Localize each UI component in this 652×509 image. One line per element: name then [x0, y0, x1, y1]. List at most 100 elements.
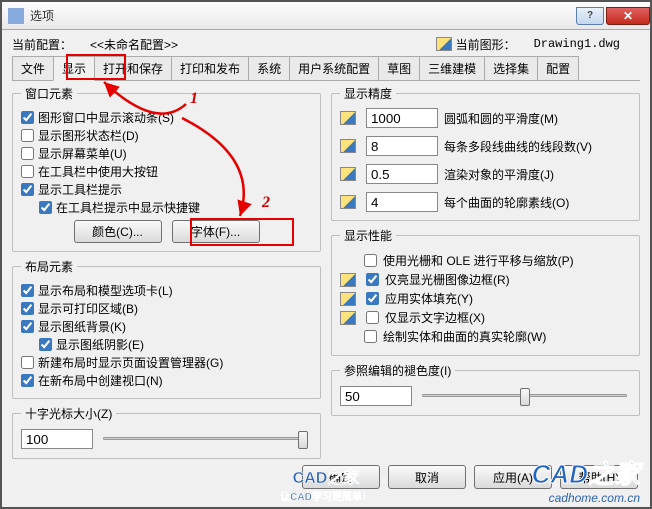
layout-element-item-2: 显示图纸背景(K) [21, 318, 312, 335]
precision-icon-3 [340, 195, 356, 209]
drawing-icon [436, 37, 452, 51]
tab-file[interactable]: 文件 [12, 56, 54, 80]
window-element-checkbox-4[interactable] [21, 183, 34, 196]
crosshair-legend: 十字光标大小(Z) [21, 405, 116, 422]
refedit-input[interactable] [340, 386, 412, 406]
perf-checkbox-3[interactable] [366, 311, 379, 324]
perf-icon-3 [340, 311, 356, 325]
perf-checkbox-0[interactable] [364, 254, 377, 267]
layout-element-label-0: 显示布局和模型选项卡(L) [38, 282, 173, 299]
window-element-label-0: 图形窗口中显示滚动条(S) [38, 109, 174, 126]
layout-elements-legend: 布局元素 [21, 258, 77, 275]
perf-row-4: 绘制实体和曲面的真实轮廓(W) [340, 328, 631, 345]
ok-button[interactable]: 确定 [302, 465, 380, 489]
perf-label-4: 绘制实体和曲面的真实轮廓(W) [383, 328, 546, 345]
perf-row-1: 仅亮显光栅图像边框(R) [340, 271, 631, 288]
window-element-label-4: 显示工具栏提示 [38, 181, 122, 198]
precision-label-0: 圆弧和圆的平滑度(M) [444, 110, 631, 127]
tab-system[interactable]: 系统 [248, 56, 290, 80]
crosshair-group: 十字光标大小(Z) [12, 405, 321, 459]
layout-element-label-4: 新建布局时显示页面设置管理器(G) [38, 354, 223, 371]
layout-element-label-1: 显示可打印区域(B) [38, 300, 138, 317]
layout-element-label-5: 在新布局中创建视口(N) [38, 372, 163, 389]
perf-label-0: 使用光栅和 OLE 进行平移与缩放(P) [383, 252, 574, 269]
layout-element-item-1: 显示可打印区域(B) [21, 300, 312, 317]
window-element-checkbox-1[interactable] [21, 129, 34, 142]
layout-element-checkbox-2[interactable] [21, 320, 34, 333]
precision-icon-0 [340, 111, 356, 125]
perf-label-1: 仅亮显光栅图像边框(R) [385, 271, 510, 288]
precision-icon-2 [340, 167, 356, 181]
help-button-bottom[interactable]: 帮助(H) [560, 465, 638, 489]
window-title: 选项 [30, 7, 574, 24]
current-drawing-value: Drawing1.dwg [534, 37, 620, 51]
refedit-legend: 参照编辑的褪色度(I) [340, 362, 455, 379]
window-element-label-2: 显示屏幕菜单(U) [38, 145, 127, 162]
precision-input-0[interactable] [366, 108, 438, 128]
window-element-item-4: 显示工具栏提示 [21, 181, 312, 198]
window-element-checkbox-2[interactable] [21, 147, 34, 160]
font-button[interactable]: 字体(F)... [172, 220, 260, 243]
color-button[interactable]: 颜色(C)... [74, 220, 162, 243]
tab-userpref[interactable]: 用户系统配置 [289, 56, 379, 80]
tab-profiles[interactable]: 配置 [537, 56, 579, 80]
tab-display[interactable]: 显示 [53, 56, 95, 81]
precision-row-3: 每个曲面的轮廓素线(O) [340, 192, 631, 212]
window-element-item-1: 显示图形状态栏(D) [21, 127, 312, 144]
tab-plot[interactable]: 打印和发布 [171, 56, 249, 80]
precision-label-3: 每个曲面的轮廓素线(O) [444, 194, 631, 211]
layout-element-checkbox-5[interactable] [21, 374, 34, 387]
window-element-label-5: 在工具栏提示中显示快捷键 [56, 199, 200, 216]
titlebar: 选项 ? ✕ [2, 2, 650, 30]
layout-elements-group: 布局元素 显示布局和模型选项卡(L)显示可打印区域(B)显示图纸背景(K)显示图… [12, 258, 321, 399]
current-profile-value: <<未命名配置>> [90, 36, 178, 53]
perf-row-2: 应用实体填充(Y) [340, 290, 631, 307]
tab-opensave[interactable]: 打开和保存 [94, 56, 172, 80]
precision-row-0: 圆弧和圆的平滑度(M) [340, 108, 631, 128]
window-element-label-3: 在工具栏中使用大按钮 [38, 163, 158, 180]
tab-3d[interactable]: 三维建模 [419, 56, 485, 80]
tab-draft[interactable]: 草图 [378, 56, 420, 80]
window-element-checkbox-5[interactable] [39, 201, 52, 214]
layout-element-label-3: 显示图纸阴影(E) [56, 336, 144, 353]
help-button[interactable]: ? [576, 7, 604, 25]
perf-checkbox-4[interactable] [364, 330, 377, 343]
apply-button[interactable]: 应用(A) [474, 465, 552, 489]
current-drawing-label: 当前图形： [456, 36, 516, 53]
cancel-button[interactable]: 取消 [388, 465, 466, 489]
perf-checkbox-1[interactable] [366, 273, 379, 286]
layout-element-checkbox-0[interactable] [21, 284, 34, 297]
display-precision-group: 显示精度 圆弧和圆的平滑度(M)每条多段线曲线的线段数(V)渲染对象的平滑度(J… [331, 85, 640, 221]
layout-element-checkbox-3[interactable] [39, 338, 52, 351]
close-button[interactable]: ✕ [606, 7, 650, 25]
perf-checkbox-2[interactable] [366, 292, 379, 305]
layout-element-item-0: 显示布局和模型选项卡(L) [21, 282, 312, 299]
precision-label-1: 每条多段线曲线的线段数(V) [444, 138, 631, 155]
app-icon [8, 8, 24, 24]
crosshair-input[interactable] [21, 429, 93, 449]
display-performance-legend: 显示性能 [340, 227, 396, 244]
layout-element-checkbox-4[interactable] [21, 356, 34, 369]
perf-label-3: 仅显示文字边框(X) [385, 309, 485, 326]
layout-element-label-2: 显示图纸背景(K) [38, 318, 126, 335]
precision-input-3[interactable] [366, 192, 438, 212]
layout-element-checkbox-1[interactable] [21, 302, 34, 315]
precision-input-1[interactable] [366, 136, 438, 156]
precision-input-2[interactable] [366, 164, 438, 184]
window-element-item-0: 图形窗口中显示滚动条(S) [21, 109, 312, 126]
perf-label-2: 应用实体填充(Y) [385, 290, 473, 307]
perf-icon-2 [340, 292, 356, 306]
window-element-label-1: 显示图形状态栏(D) [38, 127, 139, 144]
crosshair-slider[interactable] [99, 428, 312, 450]
window-element-checkbox-0[interactable] [21, 111, 34, 124]
window-element-checkbox-3[interactable] [21, 165, 34, 178]
refedit-group: 参照编辑的褪色度(I) [331, 362, 640, 416]
layout-element-item-4: 新建布局时显示页面设置管理器(G) [21, 354, 312, 371]
tab-strip: 文件 显示 打开和保存 打印和发布 系统 用户系统配置 草图 三维建模 选择集 … [12, 57, 640, 81]
perf-row-3: 仅显示文字边框(X) [340, 309, 631, 326]
tab-selection[interactable]: 选择集 [484, 56, 538, 80]
layout-element-item-5: 在新布局中创建视口(N) [21, 372, 312, 389]
precision-label-2: 渲染对象的平滑度(J) [444, 166, 631, 183]
refedit-slider[interactable] [418, 385, 631, 407]
precision-row-2: 渲染对象的平滑度(J) [340, 164, 631, 184]
